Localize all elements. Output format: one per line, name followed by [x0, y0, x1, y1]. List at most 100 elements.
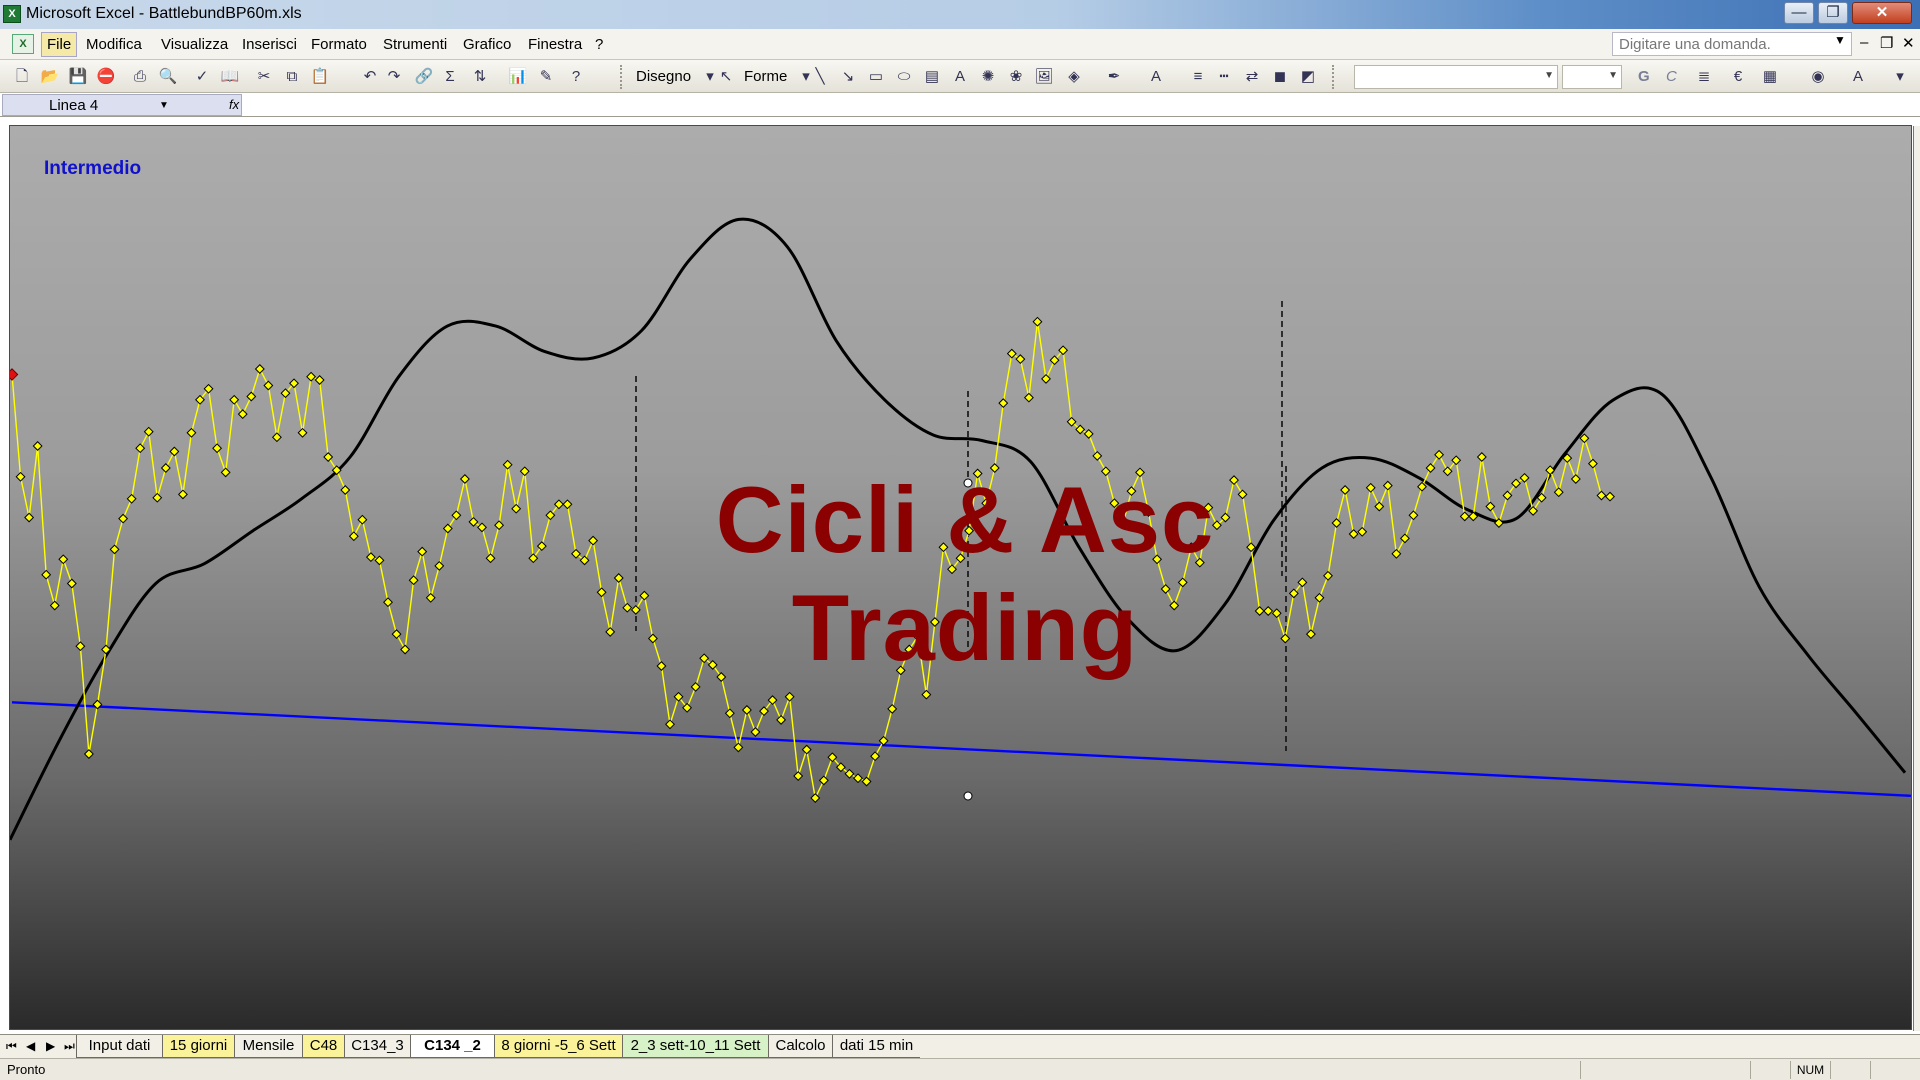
price-point[interactable] — [442, 523, 453, 534]
chart-area[interactable]: Intermedio Cicli & Asc Trading — [9, 125, 1920, 1031]
sheet-tab[interactable]: dati 15 min — [832, 1035, 920, 1058]
price-point[interactable] — [459, 474, 470, 484]
price-point[interactable] — [118, 513, 129, 524]
price-point[interactable] — [391, 629, 402, 640]
price-point[interactable] — [400, 644, 411, 655]
price-point[interactable] — [1391, 548, 1402, 559]
3d-icon[interactable]: ◩ — [1298, 67, 1318, 87]
price-point[interactable] — [220, 467, 231, 478]
price-point[interactable] — [1006, 348, 1017, 359]
sheet-tab[interactable]: Calcolo — [768, 1035, 832, 1058]
maximize-button[interactable]: ❐ — [1818, 2, 1848, 24]
price-point[interactable] — [212, 443, 223, 454]
sheet-tab[interactable]: 2_3 sett-10_11 Sett — [622, 1035, 768, 1058]
mdi-close-button[interactable]: ✕ — [1902, 34, 1915, 52]
price-point[interactable] — [254, 364, 265, 374]
sheet-tab[interactable]: C134 _2 — [410, 1035, 494, 1058]
price-point[interactable] — [434, 560, 445, 571]
price-point[interactable] — [793, 771, 804, 781]
price-point[interactable] — [1502, 490, 1513, 501]
permission-icon[interactable]: ⛔ — [96, 67, 116, 87]
price-point[interactable] — [357, 514, 368, 525]
price-point[interactable] — [801, 744, 812, 755]
arrow-tool-icon[interactable]: ↘ — [838, 67, 858, 87]
print-icon[interactable]: ⎙ — [130, 67, 150, 87]
price-point[interactable] — [425, 592, 436, 603]
price-point[interactable] — [1425, 463, 1436, 473]
font-color-icon[interactable]: A — [1146, 67, 1166, 87]
selection-handle[interactable] — [963, 791, 973, 801]
price-point[interactable] — [1605, 491, 1615, 502]
price-point[interactable] — [485, 553, 496, 564]
price-point[interactable] — [1023, 392, 1034, 403]
menu-help[interactable]: ? — [595, 36, 603, 53]
price-point[interactable] — [15, 471, 26, 482]
prev-sheet-icon[interactable]: ◀ — [26, 1039, 35, 1053]
price-point[interactable] — [383, 597, 393, 608]
price-point[interactable] — [408, 575, 419, 586]
price-point[interactable] — [83, 749, 94, 759]
menu-finestra[interactable]: Finestra — [528, 36, 582, 53]
price-point[interactable] — [32, 441, 43, 451]
dropdown-arrow-icon[interactable]: ▼ — [1544, 70, 1554, 81]
price-point[interactable] — [818, 775, 829, 786]
toolbar-grip[interactable] — [1332, 65, 1336, 89]
font-color-icon[interactable]: A — [1848, 67, 1868, 87]
name-box-dropdown-icon[interactable]: ▼ — [159, 100, 169, 111]
sheet-tab[interactable]: C134_3 — [344, 1035, 410, 1058]
price-point[interactable] — [750, 727, 761, 737]
clipart-icon[interactable]: ❀ — [1006, 67, 1026, 87]
price-point[interactable] — [417, 546, 428, 557]
save-icon[interactable]: 💾 — [68, 67, 88, 87]
insert-function-icon[interactable]: fx — [229, 97, 239, 112]
price-point[interactable] — [1434, 449, 1445, 460]
price-point[interactable] — [297, 427, 308, 438]
oval-tool-icon[interactable]: ⬭ — [894, 67, 914, 87]
price-point[interactable] — [1083, 428, 1094, 439]
print-preview-icon[interactable]: 🔍 — [158, 67, 178, 87]
sheet-tab[interactable]: Input dati — [76, 1035, 162, 1058]
forme-menu[interactable]: Forme — [744, 68, 787, 85]
wordart-icon[interactable]: A — [950, 67, 970, 87]
menu-strumenti[interactable]: Strumenti — [383, 36, 447, 53]
price-point[interactable] — [109, 544, 120, 555]
line-tool-icon[interactable]: ╲ — [810, 67, 830, 87]
price-point[interactable] — [853, 773, 863, 784]
price-point[interactable] — [1528, 505, 1539, 516]
price-point[interactable] — [152, 492, 163, 503]
price-point[interactable] — [1553, 487, 1564, 498]
price-point[interactable] — [229, 394, 240, 405]
help-search-input[interactable]: Digitare una domanda. — [1612, 32, 1852, 56]
bold-button[interactable]: G — [1638, 68, 1650, 85]
price-point[interactable] — [263, 380, 274, 391]
menu-visualizza[interactable]: Visualizza — [161, 36, 228, 53]
price-point[interactable] — [1485, 501, 1496, 512]
first-sheet-icon[interactable]: ⏮ — [6, 1039, 17, 1054]
price-point[interactable] — [1596, 490, 1607, 501]
price-point[interactable] — [66, 578, 77, 589]
price-point[interactable] — [75, 641, 86, 652]
help-dropdown-arrow-icon[interactable]: ▼ — [1834, 33, 1846, 47]
price-point[interactable] — [477, 522, 487, 533]
price-point[interactable] — [1476, 452, 1487, 462]
redo-icon[interactable]: ↷ — [384, 67, 404, 87]
price-point[interactable] — [536, 541, 547, 552]
price-point[interactable] — [741, 705, 752, 715]
fill-bucket-icon[interactable]: ◉ — [1808, 67, 1828, 87]
price-point[interactable] — [49, 600, 60, 611]
mdi-minimize-button[interactable]: – — [1860, 34, 1868, 51]
close-button[interactable]: ✕ — [1852, 2, 1912, 24]
price-point[interactable] — [528, 553, 539, 564]
price-point[interactable] — [1399, 533, 1410, 544]
cut-icon[interactable]: ✂ — [254, 67, 274, 87]
paste-icon[interactable]: 📋 — [310, 67, 330, 87]
price-point[interactable] — [340, 485, 351, 495]
price-point[interactable] — [1015, 354, 1026, 365]
dash-style-icon[interactable]: ┅ — [1214, 67, 1234, 87]
workbook-icon[interactable]: X — [12, 34, 34, 54]
price-point[interactable] — [887, 703, 898, 714]
picture-icon[interactable]: 🖼 — [1034, 67, 1054, 87]
autosum-icon[interactable]: Σ — [440, 67, 460, 87]
price-start-point[interactable] — [10, 368, 19, 381]
price-point[interactable] — [724, 708, 735, 719]
